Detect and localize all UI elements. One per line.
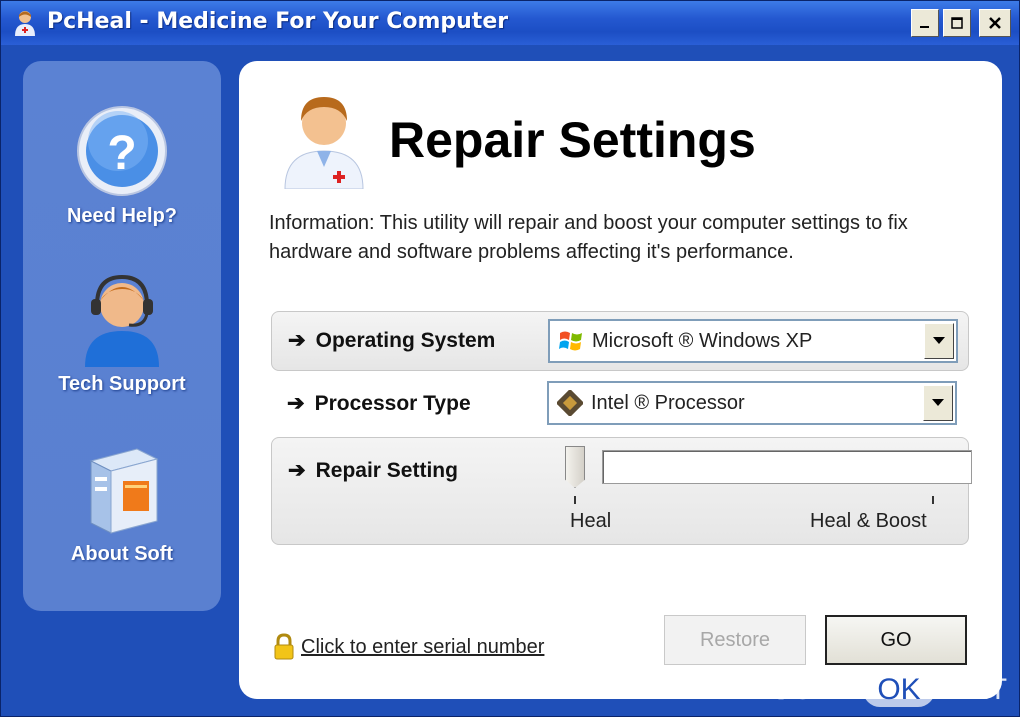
sidebar-item-label: Need Help?: [66, 205, 178, 227]
svg-text:?: ?: [107, 127, 136, 180]
chevron-down-icon: [932, 399, 944, 406]
go-button[interactable]: GO: [825, 615, 967, 665]
doctor-icon: [15, 11, 35, 36]
os-row: ➔ Operating System Microsoft ® Windows XP: [271, 311, 969, 371]
repair-slider-thumb[interactable]: [565, 446, 585, 488]
processor-select[interactable]: Intel ® Processor: [547, 381, 957, 425]
doctor-icon: [284, 97, 364, 189]
processor-dropdown-button[interactable]: [923, 385, 953, 421]
os-select[interactable]: Microsoft ® Windows XP: [548, 319, 958, 363]
window-title: PcHeal - Medicine For Your Computer: [47, 9, 509, 34]
watermark-left: SOFT-: [771, 673, 860, 706]
title-bar[interactable]: PcHeal - Medicine For Your Computer: [1, 1, 1019, 45]
software-box-icon: [89, 448, 159, 534]
main-panel: Repair Settings Information: This utilit…: [239, 61, 1002, 699]
repair-label-wrap: ➔ Repair Setting: [288, 458, 458, 483]
sidebar-item-about-soft[interactable]: About Soft: [23, 441, 221, 566]
sidebar: ? Need Help? Tech Support About Soft: [23, 61, 221, 611]
serial-link[interactable]: Click to enter serial number: [273, 633, 544, 661]
restore-button[interactable]: Restore: [664, 615, 806, 665]
app-window: PcHeal - Medicine For Your Computer ? Ne…: [0, 0, 1020, 717]
watermark: SOFT- OK .NET: [771, 673, 1007, 707]
slider-tick: [932, 496, 934, 504]
arrow-right-icon: ➔: [287, 392, 305, 415]
os-label: Operating System: [315, 329, 496, 352]
support-agent-icon: [85, 274, 159, 367]
arrow-right-icon: ➔: [288, 329, 306, 352]
sidebar-item-tech-support[interactable]: Tech Support: [23, 271, 221, 396]
minimize-button[interactable]: [911, 9, 939, 37]
os-dropdown-button[interactable]: [924, 323, 954, 359]
lock-icon: [274, 633, 294, 660]
close-icon: [989, 17, 1001, 29]
question-icon: ?: [77, 106, 167, 196]
os-select-value: Microsoft ® Windows XP: [592, 329, 813, 352]
windows-logo-icon: [559, 331, 582, 351]
maximize-button[interactable]: [943, 9, 971, 37]
sidebar-item-label: About Soft: [70, 543, 174, 565]
cpu-chip-icon: [557, 390, 583, 416]
arrow-right-icon: ➔: [288, 459, 306, 482]
watermark-right: .NET: [938, 673, 1008, 706]
repair-label: Repair Setting: [315, 459, 458, 482]
processor-label-wrap: ➔ Processor Type: [287, 391, 471, 416]
processor-select-value: Intel ® Processor: [591, 391, 745, 414]
slider-min-label: Heal: [570, 510, 612, 532]
repair-row: ➔ Repair Setting Heal Heal & Boost: [271, 437, 972, 545]
page-title: Repair Settings: [389, 112, 756, 168]
sidebar-item-label: Tech Support: [58, 373, 186, 395]
maximize-icon: [951, 17, 963, 29]
repair-slider-track[interactable]: [602, 450, 972, 484]
info-text: Information: This utility will repair an…: [269, 212, 908, 263]
processor-row: ➔ Processor Type Intel ® Processor: [271, 375, 969, 431]
chevron-down-icon: [933, 337, 945, 344]
slider-max-label: Heal & Boost: [810, 510, 927, 532]
serial-link-text: Click to enter serial number: [301, 635, 545, 658]
processor-label: Processor Type: [314, 392, 471, 415]
minimize-icon: [920, 26, 929, 28]
slider-tick: [574, 496, 576, 504]
os-label-wrap: ➔ Operating System: [288, 328, 495, 353]
close-button[interactable]: [979, 9, 1011, 37]
watermark-mid: OK: [863, 673, 935, 707]
sidebar-item-need-help[interactable]: ? Need Help?: [23, 103, 221, 228]
